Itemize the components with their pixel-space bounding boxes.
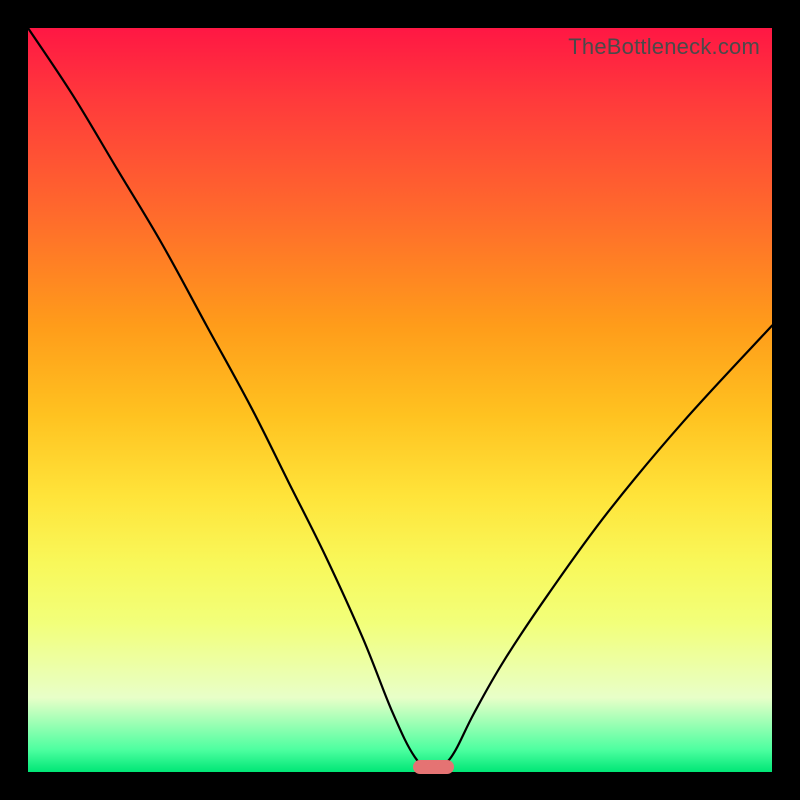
chart-frame: TheBottleneck.com [0, 0, 800, 800]
plot-area: TheBottleneck.com [28, 28, 772, 772]
bottleneck-curve [28, 28, 772, 772]
optimal-marker [413, 760, 454, 774]
